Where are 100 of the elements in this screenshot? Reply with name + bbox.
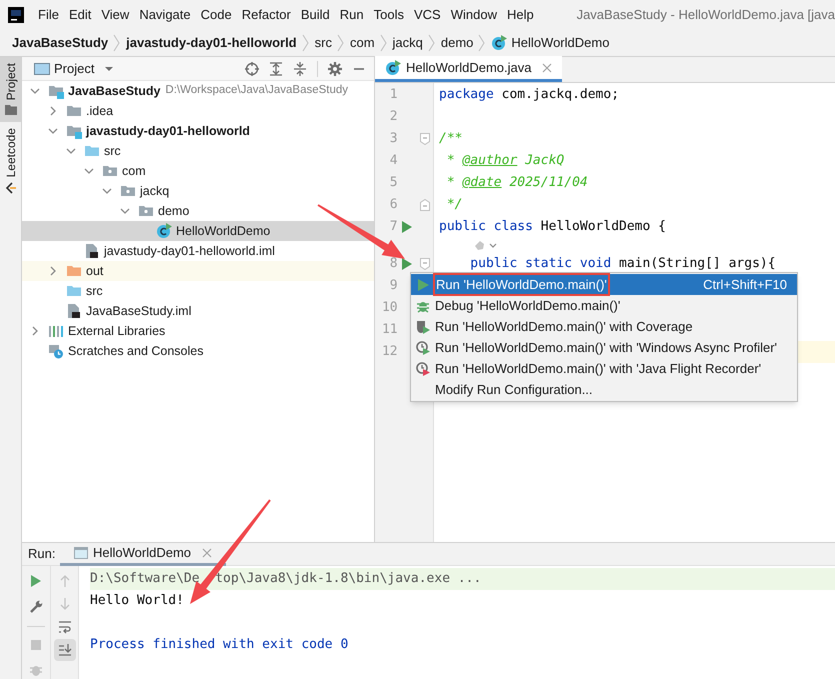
menu-item[interactable]: Navigate [134,2,196,28]
tree-item[interactable]: Scratches and Consoles [22,341,374,361]
profiler-icon [416,340,430,354]
code-line: * @author JackQ [446,152,566,170]
breadcrumb-item[interactable]: jackq [392,33,423,53]
menu-item[interactable]: Debug 'HelloWorldDemo.main()' [411,295,797,316]
console-text: D:\Software\De [90,570,200,588]
window-title: JavaBaseStudy - HelloWorldDemo.java [java [576,6,835,24]
fold-marker-icon[interactable] [420,258,430,270]
inlay-hint-icon[interactable] [474,240,498,252]
menu-item[interactable]: Run 'HelloWorldDemo.main()' Ctrl+Shift+F10 [411,274,797,295]
menu-item[interactable]: Build [296,2,335,28]
line-number: 2 [388,108,399,126]
run-icon[interactable] [402,258,412,270]
recorder-icon [416,362,430,376]
tree-item[interactable]: External Libraries [22,321,374,341]
tree-item[interactable]: demo [22,201,374,221]
chevron-icon [300,34,311,52]
file-icon [66,303,82,319]
menu-item[interactable]: Code [196,2,237,28]
settings-icon[interactable] [328,62,342,76]
tree-item[interactable]: javastudy-day01-helloworld [22,121,374,141]
wrench-icon[interactable] [29,600,43,614]
class-icon [385,60,401,76]
line-number: 5 [388,174,399,192]
tree-item[interactable]: javastudy-day01-helloworld.iml [22,241,374,261]
breadcrumb-item[interactable]: JavaBaseStudy [12,33,108,53]
code-line: */ [446,196,464,214]
tree-item[interactable]: out [22,261,374,281]
menu-item[interactable]: Edit [64,2,96,28]
line-number: 7 [388,218,399,236]
panel-icon [34,62,50,76]
breadcrumb-item[interactable]: src [314,33,332,53]
menu-item[interactable]: Modify Run Configuration... [411,379,797,400]
scratches-icon [48,343,64,359]
tree-item[interactable]: JavaBaseStudy.iml [22,301,374,321]
leetcode-icon [4,182,16,194]
fold-marker-icon[interactable] [420,199,430,211]
line-number: 6 [388,196,399,214]
menu-item[interactable]: View [96,2,134,28]
source-folder-icon [84,143,100,159]
menu-item[interactable]: Help [502,2,539,28]
scroll-to-end-icon [58,643,72,657]
class-icon [156,223,172,239]
shortcut-label: Ctrl+Shift+F10 [703,276,787,294]
editor-tab[interactable]: HelloWorldDemo.java [375,56,562,82]
module-icon [66,123,82,139]
line-number: 10 [380,299,399,318]
side-tab[interactable]: Project [0,57,21,122]
side-tab[interactable]: Leetcode [0,122,21,200]
line-number: 11 [380,321,399,340]
fold-marker-icon[interactable] [420,133,430,145]
console-icon [74,546,88,558]
tree-item[interactable]: JavaBaseStudy D:\Workspace\Java\JavaBaseStudy [22,81,374,101]
menu-item[interactable]: Refactor [236,2,296,28]
run-icon [416,278,430,292]
menu-item[interactable]: VCS [408,2,446,28]
scroll-to-end-button[interactable] [54,639,76,661]
panel-title[interactable]: Project [54,58,94,78]
breadcrumb-item[interactable]: javastudy-day01-helloworld [126,33,297,53]
code-line: package com.jackq.demo; [438,86,620,104]
tree-item[interactable]: src [22,281,374,301]
menu-item[interactable]: Run 'HelloWorldDemo.main()' with Coverage [411,316,797,337]
close-icon[interactable] [202,548,212,558]
path-hint: D:\Workspace\Java\JavaBaseStudy [165,83,348,98]
menu-item[interactable]: Run 'HelloWorldDemo.main()' with 'Java Flight Recorder' [411,358,797,379]
chevron-icon [477,34,488,52]
run-icon[interactable] [402,221,412,233]
breadcrumb-item[interactable]: com [350,33,375,53]
code-line: /** [438,130,464,148]
libraries-icon [48,323,64,339]
package-icon [102,163,118,179]
breadcrumb-item[interactable]: HelloWorldDemo [491,33,610,53]
collapse-all-icon[interactable] [293,62,307,76]
chevron-icon [112,34,122,52]
menu-item[interactable]: Run [334,2,369,28]
tree-item[interactable]: HelloWorldDemo [22,221,374,241]
chevron-icon [336,34,346,52]
close-icon[interactable] [542,62,552,72]
package-icon [138,203,154,219]
tree-item[interactable]: jackq [22,181,374,201]
file-icon [84,243,100,259]
menu-item[interactable]: Run 'HelloWorldDemo.main()' with 'Windows Async Profiler' [411,337,797,358]
chevron-icon [378,34,389,52]
locate-icon[interactable] [245,62,259,76]
chevron-icon [426,34,437,52]
expand-all-icon[interactable] [269,62,283,76]
menu-item[interactable]: File [33,2,64,28]
rerun-icon[interactable] [30,574,42,588]
soft-wrap-icon[interactable] [58,620,72,634]
module-icon [48,83,64,99]
tree-item[interactable]: .idea [22,101,374,121]
tree-item[interactable]: src [22,141,374,161]
menu-item[interactable]: Tools [368,2,409,28]
menu-item[interactable]: Window [446,2,502,28]
folder-icon [4,104,16,116]
line-number: 4 [388,152,399,170]
tree-item[interactable]: com [22,161,374,181]
code-line: public class HelloWorldDemo { [438,218,667,236]
breadcrumb-item[interactable]: demo [440,33,474,53]
